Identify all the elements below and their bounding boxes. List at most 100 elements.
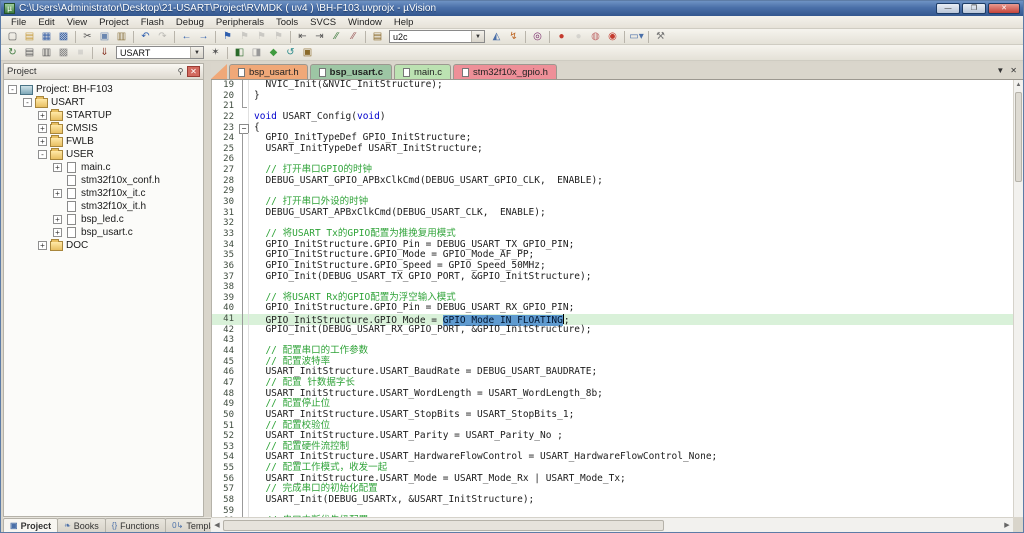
disable-all-breakpoints-icon[interactable]: ◍ <box>587 30 604 44</box>
minimize-button[interactable]: — <box>936 3 960 14</box>
fold-collapse-icon[interactable] <box>238 123 249 134</box>
tree-item-stm32f10x-it-h[interactable]: +stm32f10x_it.h <box>4 200 203 213</box>
chevron-down-icon[interactable]: ▼ <box>190 47 203 58</box>
open-folder-icon[interactable]: ▤ <box>21 30 38 44</box>
menu-project[interactable]: Project <box>93 17 135 28</box>
menu-edit[interactable]: Edit <box>32 17 60 28</box>
collapse-icon[interactable]: - <box>23 98 32 107</box>
find-next-icon[interactable]: ◭ <box>488 30 505 44</box>
comment-selection-icon[interactable]: ∕∕ <box>328 30 345 44</box>
scroll-up-arrow[interactable]: ▲ <box>1014 80 1023 90</box>
options-for-target-icon[interactable]: ✶ <box>207 46 224 60</box>
tree-item-stm32f10x-conf-h[interactable]: +stm32f10x_conf.h <box>4 174 203 187</box>
new-file-icon[interactable]: ▢ <box>4 30 21 44</box>
find-icon[interactable]: ◎ <box>529 30 546 44</box>
scroll-left-arrow[interactable]: ◀ <box>211 521 223 529</box>
expand-icon[interactable]: + <box>38 124 47 133</box>
books-icon: ❧ <box>64 521 71 530</box>
unindent-icon[interactable]: ⇤ <box>294 30 311 44</box>
uncomment-selection-icon[interactable]: ∕∕ <box>345 30 362 44</box>
panel-close-icon[interactable]: ✕ <box>187 66 200 77</box>
kill-all-breakpoints-icon[interactable]: ◉ <box>604 30 621 44</box>
bookmark-toggle-icon[interactable]: ⚑ <box>219 30 236 44</box>
batch-build-icon[interactable]: ▩ <box>55 46 72 60</box>
download-to-flash-icon[interactable]: ⇓ <box>96 46 113 60</box>
vertical-scrollbar[interactable]: ▲ <box>1013 80 1023 517</box>
copy-icon[interactable]: ▣ <box>96 30 113 44</box>
tree-item-main-c[interactable]: +main.c <box>4 161 203 174</box>
close-tab-icon[interactable]: ✕ <box>1010 66 1017 75</box>
editor-tab-bsp-usart-c[interactable]: bsp_usart.c <box>310 64 392 79</box>
tree-item-doc[interactable]: +DOC <box>4 239 203 252</box>
editor-tab-bsp-usart-h[interactable]: bsp_usart.h <box>229 64 308 79</box>
clipped-tab[interactable] <box>211 64 227 79</box>
configure-wrench-icon[interactable]: ⚒ <box>652 30 669 44</box>
window-layout-icon[interactable]: ▭▾ <box>628 30 645 44</box>
editor-tab-stm32f10x-gpio-h[interactable]: stm32f10x_gpio.h <box>453 64 557 79</box>
panel-tab-functions[interactable]: {}Functions <box>105 518 166 532</box>
navigate-back-icon[interactable]: ← <box>178 30 195 44</box>
menu-window[interactable]: Window <box>342 17 388 28</box>
panel-tab-project[interactable]: ▣Project <box>3 518 58 532</box>
restore-button[interactable]: ❐ <box>962 3 986 14</box>
run-time-environment-icon[interactable]: ◆ <box>265 46 282 60</box>
indent-icon[interactable]: ⇥ <box>311 30 328 44</box>
undo-icon[interactable]: ↶ <box>137 30 154 44</box>
menu-view[interactable]: View <box>61 17 93 28</box>
insert-breakpoint-icon[interactable]: ● <box>553 30 570 44</box>
find-in-files-icon[interactable]: ▤ <box>369 30 386 44</box>
expand-icon[interactable]: + <box>38 137 47 146</box>
save-all-icon[interactable]: ▩ <box>55 30 72 44</box>
update-software-packs-icon[interactable]: ↺ <box>282 46 299 60</box>
tree-item-project-bh-f103[interactable]: -Project: BH-F103 <box>4 83 203 96</box>
pack-installer-icon[interactable]: ▣ <box>299 46 316 60</box>
translate-icon[interactable]: ↻ <box>4 46 21 60</box>
menu-debug[interactable]: Debug <box>170 17 210 28</box>
tree-item-user[interactable]: -USER <box>4 148 203 161</box>
tree-item-cmsis[interactable]: +CMSIS <box>4 122 203 135</box>
editor-tab-main-c[interactable]: main.c <box>394 64 451 79</box>
collapse-icon[interactable]: - <box>8 85 17 94</box>
paste-icon[interactable]: ▥ <box>113 30 130 44</box>
tab-list-icon[interactable]: ▼ <box>996 66 1004 75</box>
expand-icon[interactable]: + <box>38 111 47 120</box>
manage-components-icon[interactable]: ◨ <box>248 46 265 60</box>
target-select-combo[interactable]: USART▼ <box>116 46 204 59</box>
incremental-find-icon[interactable]: ↯ <box>505 30 522 44</box>
tree-item-bsp-led-c[interactable]: +bsp_led.c <box>4 213 203 226</box>
find-text-combo[interactable]: u2c▼ <box>389 30 485 43</box>
collapse-icon[interactable]: - <box>38 150 47 159</box>
tree-item-stm32f10x-it-c[interactable]: +stm32f10x_it.c <box>4 187 203 200</box>
save-icon[interactable]: ▦ <box>38 30 55 44</box>
navigate-forward-icon[interactable]: → <box>195 30 212 44</box>
horizontal-scrollbar[interactable]: ◀ ▶ <box>211 517 1013 532</box>
code-editor[interactable]: 19 NVIC_Init(&NVIC_InitStructure);20}212… <box>211 80 1013 517</box>
pin-icon[interactable]: ⚲ <box>174 66 187 77</box>
cut-icon[interactable]: ✂ <box>79 30 96 44</box>
expand-icon[interactable]: + <box>38 241 47 250</box>
scroll-right-arrow[interactable]: ▶ <box>1001 521 1013 529</box>
expand-icon[interactable]: + <box>53 215 62 224</box>
expand-icon[interactable]: + <box>53 228 62 237</box>
menu-tools[interactable]: Tools <box>270 17 304 28</box>
panel-tab-books[interactable]: ❧Books <box>57 518 106 532</box>
tree-item-usart[interactable]: -USART <box>4 96 203 109</box>
horizontal-scroll-thumb[interactable] <box>223 520 664 531</box>
tree-item-bsp-usart-c[interactable]: +bsp_usart.c <box>4 226 203 239</box>
expand-icon[interactable]: + <box>53 163 62 172</box>
vertical-scroll-thumb[interactable] <box>1015 92 1022 182</box>
menu-file[interactable]: File <box>5 17 32 28</box>
close-button[interactable]: ✕ <box>988 3 1020 14</box>
manage-project-items-icon[interactable]: ◧ <box>231 46 248 60</box>
rebuild-all-icon[interactable]: ▥ <box>38 46 55 60</box>
menu-flash[interactable]: Flash <box>135 17 170 28</box>
menu-peripherals[interactable]: Peripherals <box>210 17 270 28</box>
tree-item-startup[interactable]: +STARTUP <box>4 109 203 122</box>
menu-help[interactable]: Help <box>388 17 420 28</box>
menu-svcs[interactable]: SVCS <box>304 17 342 28</box>
expand-icon[interactable]: + <box>53 189 62 198</box>
tree-item-fwlb[interactable]: +FWLB <box>4 135 203 148</box>
build-icon[interactable]: ▤ <box>21 46 38 60</box>
chevron-down-icon[interactable]: ▼ <box>471 31 484 42</box>
panel-splitter[interactable] <box>204 63 211 517</box>
